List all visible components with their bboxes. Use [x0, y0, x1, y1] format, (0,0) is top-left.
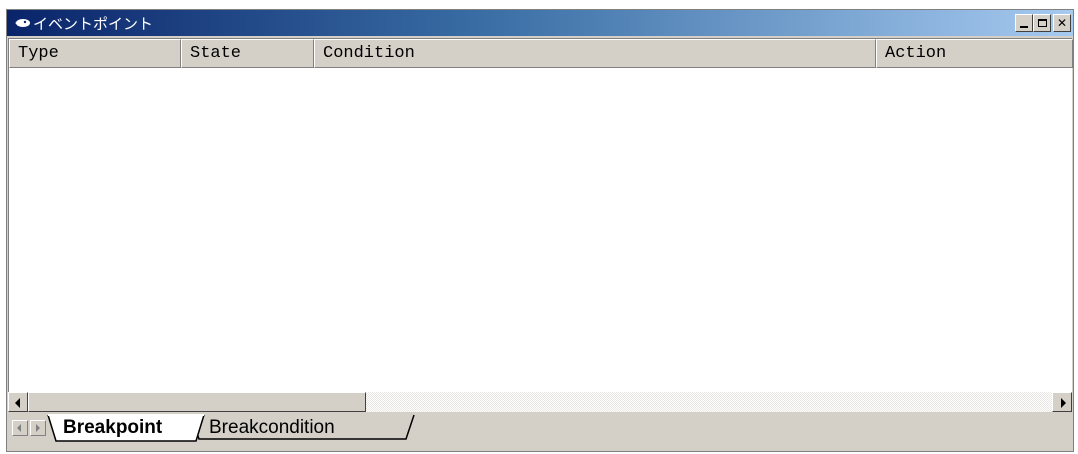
column-header-type[interactable]: Type — [9, 39, 181, 68]
maximize-button[interactable] — [1033, 14, 1051, 32]
event-point-window: イベントポイント ✕ Type State Condition Action B… — [6, 9, 1074, 452]
app-icon — [15, 19, 30, 27]
tab-scroll-prev-button[interactable] — [12, 420, 28, 436]
arrow-left-icon — [15, 398, 20, 408]
arrow-right-icon — [1061, 398, 1066, 408]
tab-breakcondition[interactable]: Breakcondition — [209, 417, 335, 439]
close-button[interactable]: ✕ — [1053, 14, 1071, 32]
scroll-right-button[interactable] — [1052, 392, 1072, 412]
horizontal-scrollbar[interactable] — [8, 392, 1072, 412]
list-body[interactable] — [9, 68, 1071, 406]
maximize-icon — [1037, 19, 1047, 27]
list-header: Type State Condition Action — [9, 39, 1073, 68]
close-icon: ✕ — [1056, 16, 1068, 30]
window-title: イベントポイント — [33, 15, 154, 33]
column-header-action[interactable]: Action — [876, 39, 1073, 68]
event-list[interactable]: Type State Condition Action — [8, 38, 1073, 407]
arrow-left-icon — [17, 424, 21, 432]
scroll-left-button[interactable] — [8, 392, 28, 412]
minimize-icon — [1020, 26, 1028, 28]
title-bar[interactable]: イベントポイント ✕ — [7, 10, 1073, 36]
tab-breakpoint[interactable]: Breakpoint — [63, 417, 162, 439]
column-header-state[interactable]: State — [181, 39, 314, 68]
minimize-button[interactable] — [1015, 14, 1033, 32]
sheet-tab-strip: Breakpoint Breakcondition — [8, 414, 1072, 450]
scroll-thumb[interactable] — [28, 392, 366, 412]
column-header-condition[interactable]: Condition — [314, 39, 876, 68]
arrow-right-icon — [36, 424, 40, 432]
tab-scroll-next-button[interactable] — [30, 420, 46, 436]
